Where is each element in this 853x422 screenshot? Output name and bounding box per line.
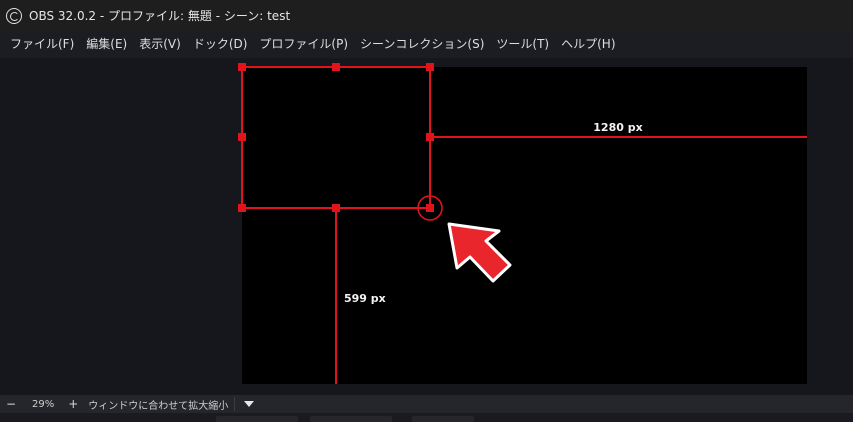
obs-logo-icon: [6, 7, 22, 24]
scale-mode-dropdown[interactable]: [235, 395, 263, 413]
menu-tools[interactable]: ツール(T): [490, 31, 555, 58]
menu-view[interactable]: 表示(V): [133, 31, 187, 58]
menu-bar: ファイル(F) 編集(E) 表示(V) ドック(D) プロファイル(P) シーン…: [0, 31, 853, 58]
zoom-out-button[interactable]: −: [0, 395, 22, 413]
preview-canvas[interactable]: [242, 67, 807, 384]
preview-area: [0, 58, 853, 395]
title-bar: OBS 32.0.2 - プロファイル: 無題 - シーン: test: [0, 0, 853, 31]
zoom-in-button[interactable]: +: [62, 395, 84, 413]
dock-tab[interactable]: [310, 416, 392, 422]
menu-file[interactable]: ファイル(F): [4, 31, 80, 58]
preview-status-bar: − 29% + ウィンドウに合わせて拡大縮小: [0, 395, 853, 413]
menu-edit[interactable]: 編集(E): [80, 31, 133, 58]
menu-scene-collection[interactable]: シーンコレクション(S): [354, 31, 490, 58]
menu-dock[interactable]: ドック(D): [187, 31, 254, 58]
bottom-dock-bar: [0, 413, 853, 422]
dock-tab[interactable]: [412, 416, 474, 422]
dock-tab[interactable]: [216, 416, 298, 422]
chevron-down-icon: [244, 401, 255, 407]
zoom-level: 29%: [32, 398, 55, 410]
window-title: OBS 32.0.2 - プロファイル: 無題 - シーン: test: [29, 9, 291, 23]
menu-profile[interactable]: プロファイル(P): [253, 31, 354, 58]
menu-help[interactable]: ヘルプ(H): [555, 31, 621, 58]
scale-mode-label: ウィンドウに合わせて拡大縮小: [88, 400, 229, 412]
